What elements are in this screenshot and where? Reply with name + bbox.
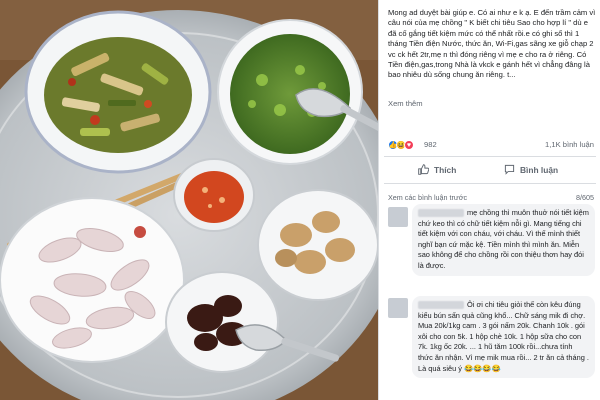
stir-fry-vegetables <box>44 37 192 153</box>
commenter-name-blurred[interactable] <box>418 209 464 218</box>
avatar[interactable] <box>388 298 408 318</box>
comment-count[interactable]: 1,1K bình luận <box>545 140 594 149</box>
comment-counter: 8/605 <box>576 193 594 202</box>
reaction-count: 982 <box>424 140 437 149</box>
love-reaction-icon: ♥ <box>404 140 414 150</box>
like-button[interactable]: Thích <box>418 164 456 175</box>
commenter-name-blurred[interactable] <box>418 301 464 310</box>
view-previous-comments-link[interactable]: Xem các bình luận trước <box>388 193 467 202</box>
comment-label: Bình luận <box>520 164 559 175</box>
thumbs-up-icon <box>418 164 429 175</box>
comment-text: Ôi ơi chi tiêu giỏi thế còn kêu đúng kiể… <box>418 300 589 373</box>
reactions-summary[interactable]: 👍 😆 ♥ 982 1,1K bình luận <box>388 139 594 151</box>
food-photo <box>0 0 378 400</box>
action-bar: Thích Bình luận <box>384 156 596 184</box>
facebook-post-panel: Mong ad duyệt bài giúp e. Có ai như e k … <box>378 0 600 400</box>
comment-bubble: Ôi ơi chi tiêu giỏi thế còn kêu đúng kiể… <box>412 296 595 379</box>
like-label: Thích <box>434 164 457 175</box>
food-tray-illustration <box>0 0 378 400</box>
avatar[interactable] <box>388 207 408 227</box>
comment-text: mẹ chồng thì muôn thuở nói tiết kiệm chứ… <box>418 208 589 270</box>
reaction-icons: 👍 😆 ♥ <box>388 139 414 151</box>
comment-button[interactable]: Bình luận <box>504 164 558 175</box>
see-more-link[interactable]: Xem thêm <box>388 99 423 108</box>
comment-bubble-icon <box>504 164 515 175</box>
comment-bubble: mẹ chồng thì muôn thuở nói tiết kiệm chứ… <box>412 204 595 276</box>
pork-bowl <box>257 189 378 301</box>
post-body-text: Mong ad duyệt bài giúp e. Có ai như e k … <box>388 8 596 80</box>
